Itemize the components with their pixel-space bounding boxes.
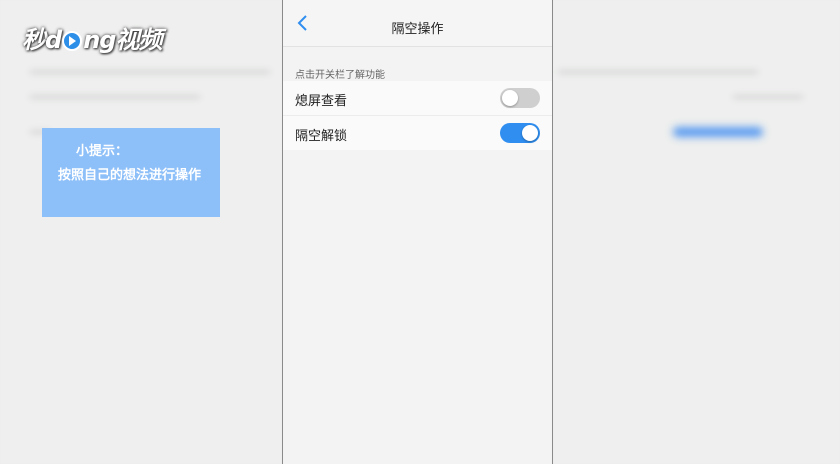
tip-box: 小提示： 按照自己的想法进行操作 [42,128,220,217]
toggle-knob [522,125,538,141]
setting-row-air-unlock[interactable]: 隔空解锁 [283,116,552,150]
background-left-panel [0,0,282,464]
section-hint: 点击开关栏了解功能 [295,70,385,81]
phone-screen: 隔空操作 点击开关栏了解功能 熄屏查看 隔空解锁 [282,0,553,464]
tip-body: 按照自己的想法进行操作 [58,168,202,183]
screen-off-view-toggle[interactable] [500,88,540,108]
setting-row-screen-off-view[interactable]: 熄屏查看 [283,81,552,116]
setting-label: 熄屏查看 [295,94,348,109]
setting-label: 隔空解锁 [295,129,348,144]
toggle-knob [502,90,518,106]
background-right-panel [553,0,840,464]
settings-list: 熄屏查看 隔空解锁 [283,81,552,150]
nav-bar: 隔空操作 [283,0,552,47]
logo: 秒d ng视频 [22,26,162,54]
play-icon [62,31,83,51]
tip-title: 小提示： [76,144,129,159]
air-unlock-toggle[interactable] [500,123,540,143]
page-title: 隔空操作 [391,22,444,37]
